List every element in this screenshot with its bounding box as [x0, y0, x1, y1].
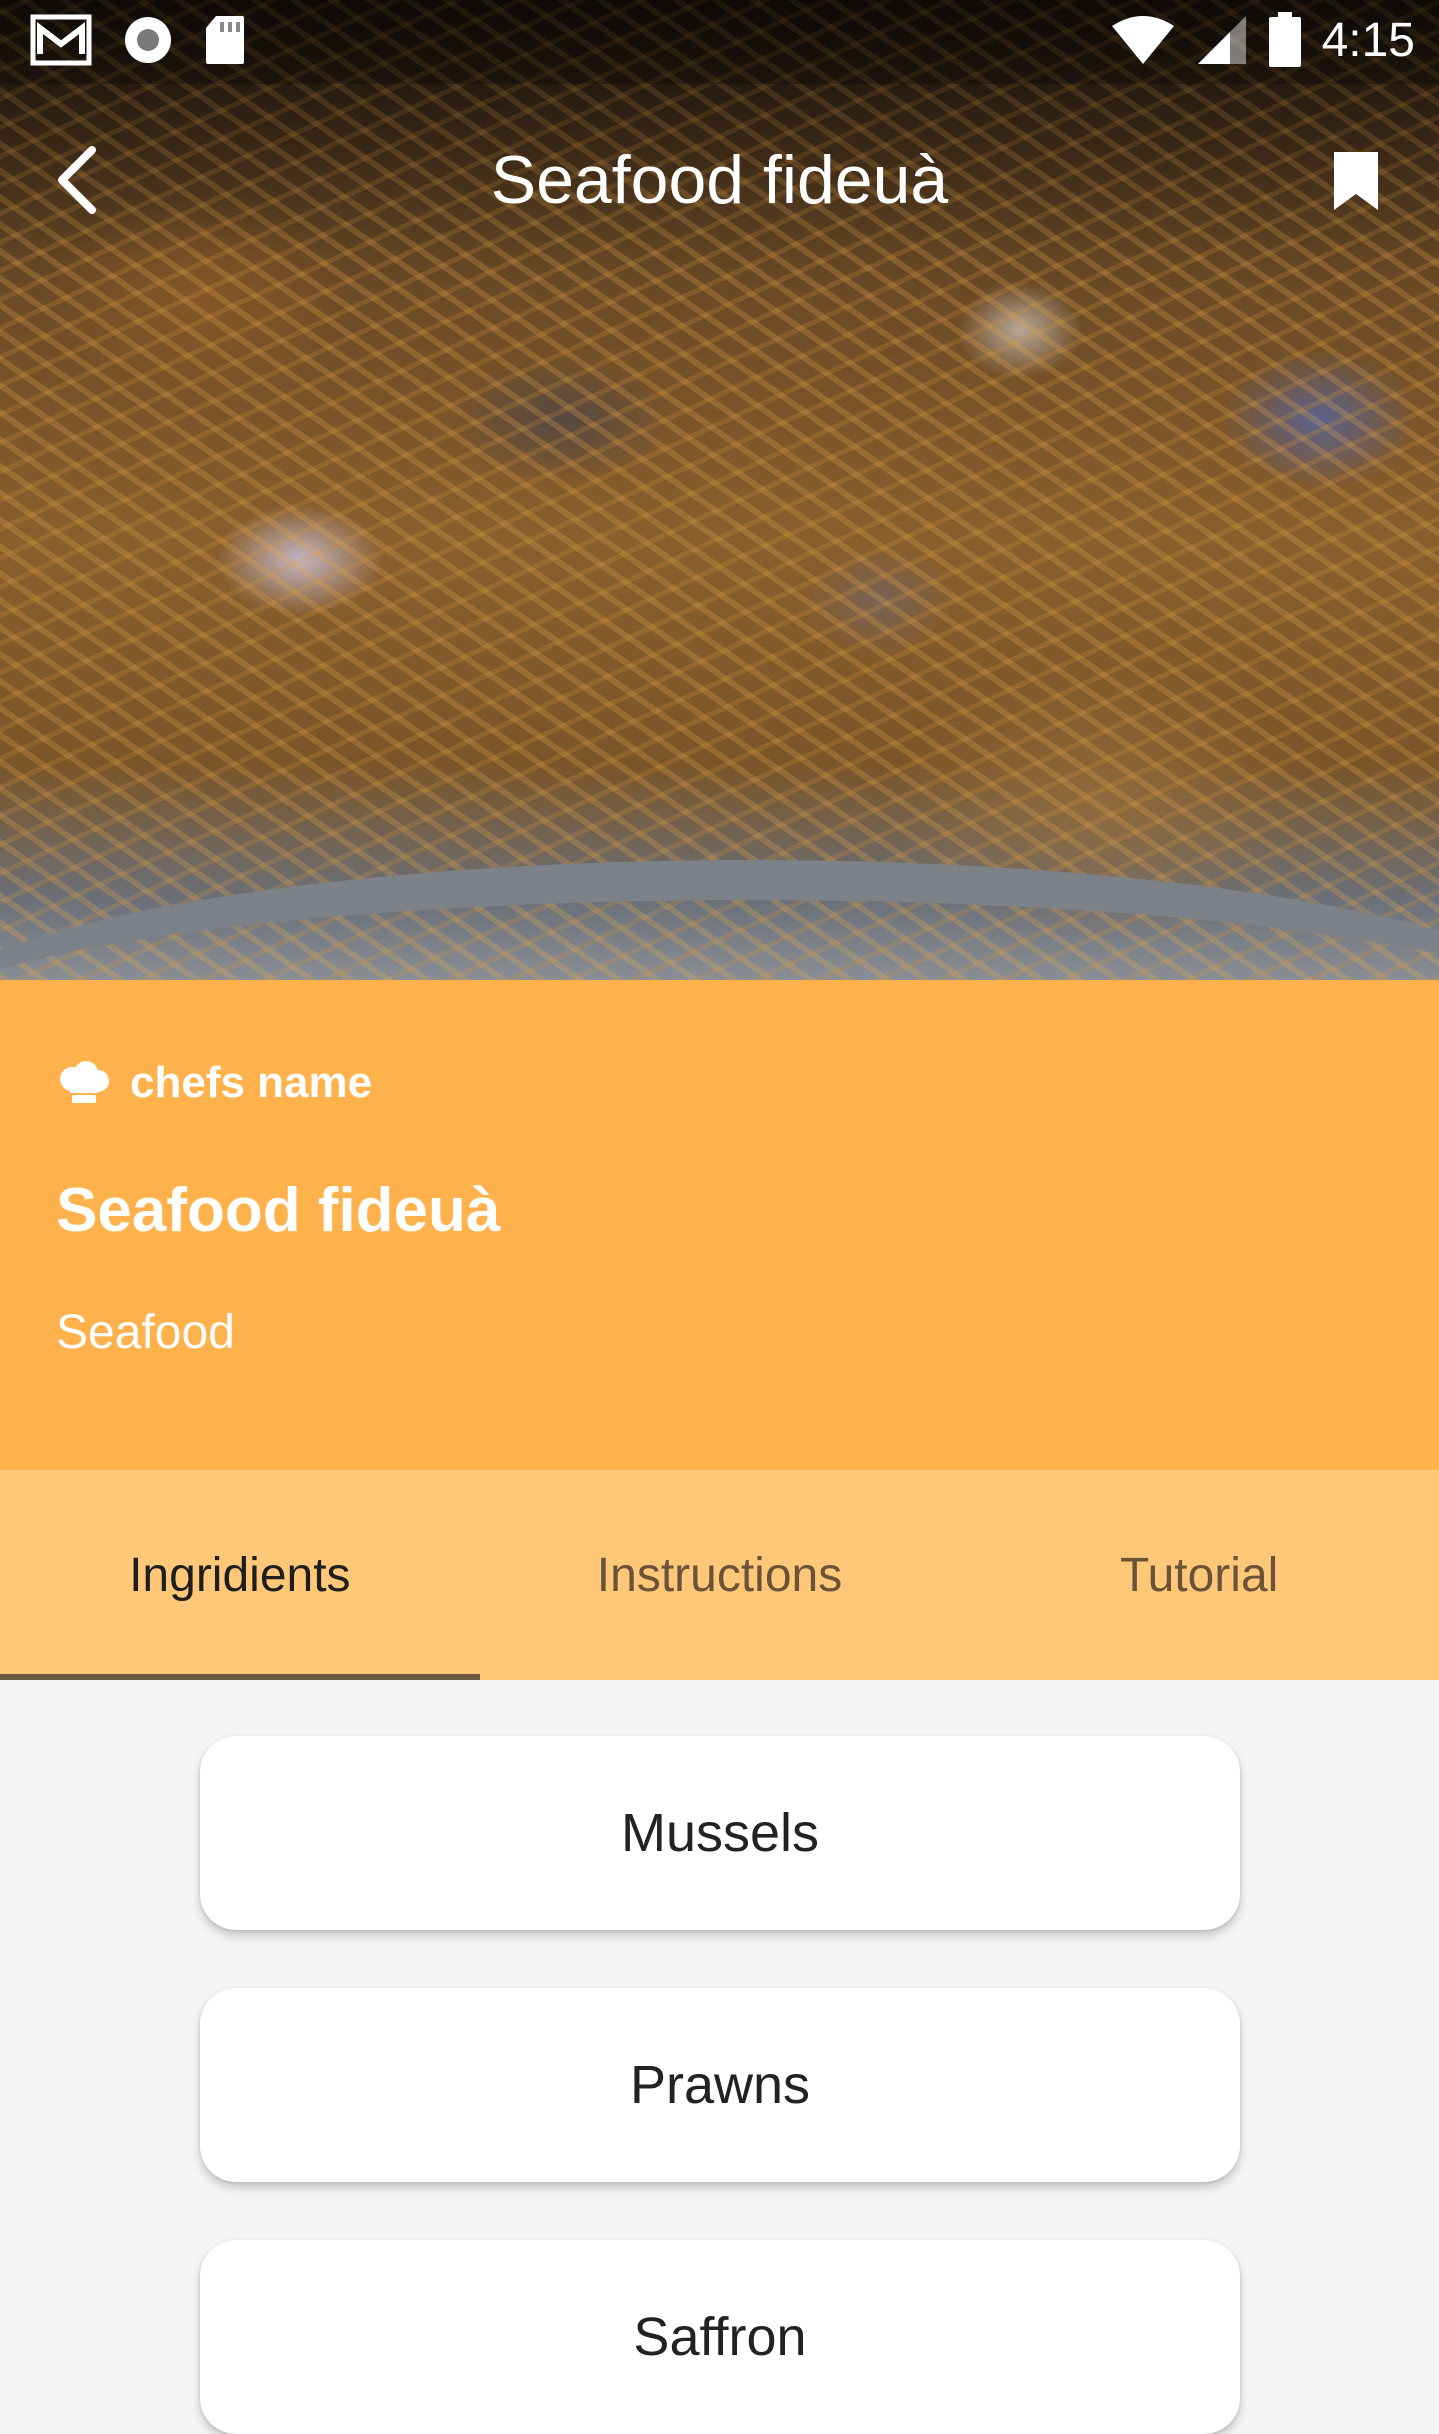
gmail-icon	[30, 14, 92, 66]
signal-icon	[1197, 16, 1246, 64]
tab-instructions[interactable]: Instructions	[480, 1470, 960, 1680]
recipe-tabs: Ingridients Instructions Tutorial	[0, 1470, 1439, 1680]
chef-name: chefs name	[130, 1058, 373, 1107]
ingredient-card[interactable]: Saffron	[200, 2240, 1240, 2434]
battery-icon	[1268, 12, 1301, 67]
sd-card-icon	[206, 16, 244, 64]
status-bar: 4:15	[0, 0, 1439, 84]
tab-ingredients[interactable]: Ingridients	[0, 1470, 480, 1680]
ingredient-card[interactable]: Mussels	[200, 1736, 1240, 1930]
record-icon	[125, 17, 171, 63]
tab-tutorial[interactable]: Tutorial	[959, 1470, 1439, 1680]
ingredient-card[interactable]: Prawns	[200, 1988, 1240, 2182]
app-bar-title: Seafood fideuà	[490, 142, 949, 218]
recipe-category: Seafood	[56, 1306, 235, 1359]
wifi-icon	[1111, 16, 1174, 64]
bookmark-icon[interactable]	[1330, 150, 1382, 212]
recipe-title: Seafood fideuà	[56, 1176, 501, 1245]
chef-hat-icon	[60, 1061, 109, 1103]
chef-row: chefs name	[56, 1058, 372, 1108]
status-bar-right-icons: 4:15	[1110, 12, 1415, 68]
status-time: 4:15	[1321, 13, 1415, 67]
status-bar-left-icons	[30, 14, 246, 66]
